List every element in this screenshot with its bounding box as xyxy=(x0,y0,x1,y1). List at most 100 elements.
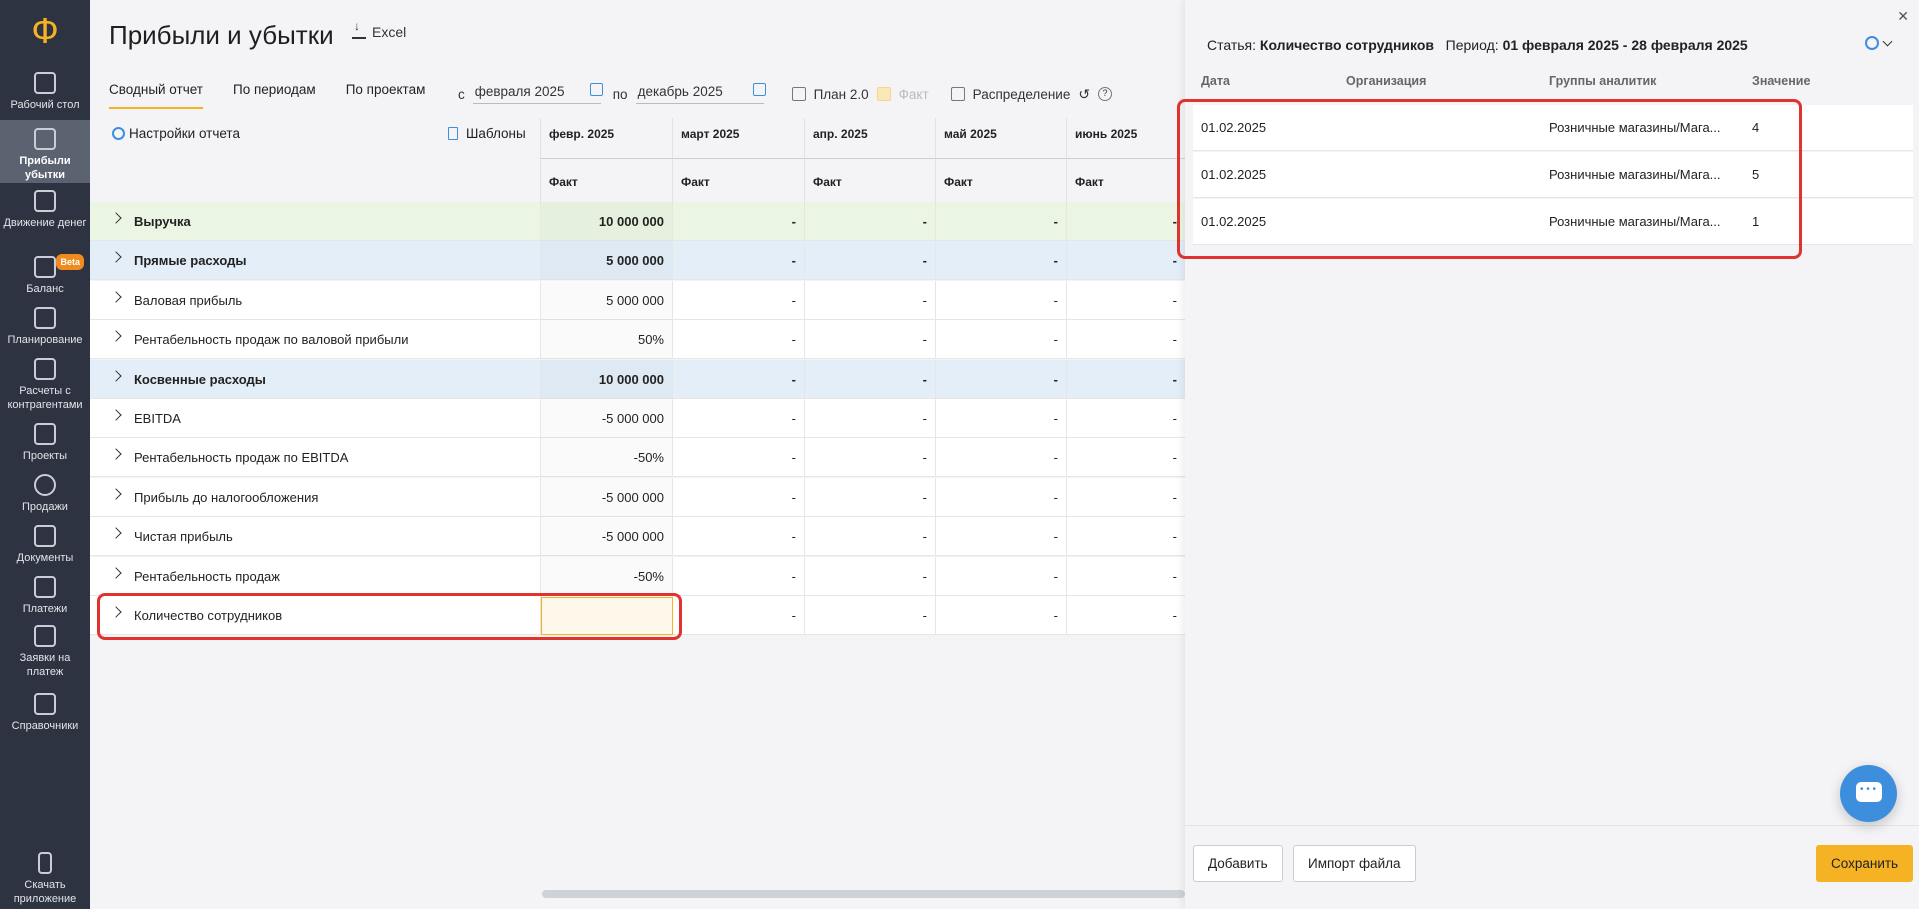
table-cell[interactable]: - xyxy=(1066,438,1185,478)
sidebar-item-cashflow[interactable]: Движение денег xyxy=(0,190,90,240)
close-icon[interactable]: ✕ xyxy=(1897,8,1909,25)
date-from-field[interactable]: февраля 2025 xyxy=(472,83,603,104)
table-cell[interactable]: - xyxy=(1066,399,1185,438)
chevron-right-icon[interactable] xyxy=(110,212,122,224)
add-button[interactable]: Добавить xyxy=(1193,845,1283,882)
tab-by-periods[interactable]: По периодам xyxy=(233,82,316,109)
help-icon[interactable]: ? xyxy=(1098,87,1113,101)
table-cell[interactable]: - xyxy=(1066,596,1185,635)
distribution-option[interactable]: Распределение xyxy=(950,87,1070,102)
table-cell[interactable]: - xyxy=(804,280,935,320)
table-cell[interactable]: - xyxy=(672,438,804,478)
calendar-icon[interactable] xyxy=(752,83,766,96)
chat-button[interactable] xyxy=(1840,765,1897,822)
horizontal-scrollbar[interactable] xyxy=(542,890,1185,898)
table-cell[interactable]: - xyxy=(935,241,1066,281)
table-row[interactable]: Чистая прибыль -5 000 000- - - - xyxy=(90,517,1185,557)
chevron-right-icon[interactable] xyxy=(110,251,122,264)
table-cell[interactable]: - xyxy=(672,202,804,241)
sidebar-item-requests[interactable]: Заявки на платеж xyxy=(0,625,90,678)
chevron-right-icon[interactable] xyxy=(110,527,122,539)
table-cell[interactable]: -50% xyxy=(540,438,672,478)
sidebar-item-desktop[interactable]: Рабочий стол xyxy=(0,72,90,117)
tab-summary[interactable]: Сводный отчет xyxy=(109,82,203,109)
table-cell[interactable]: - xyxy=(672,556,804,596)
sidebar-item-balance[interactable]: Баланс Beta xyxy=(0,254,90,295)
gear-icon[interactable] xyxy=(1865,36,1879,50)
table-cell[interactable]: - xyxy=(804,241,935,281)
table-cell[interactable]: - xyxy=(1066,241,1185,281)
table-cell[interactable]: -5 000 000 xyxy=(540,399,672,438)
table-row[interactable]: EBITDA -5 000 000- - - - xyxy=(90,399,1185,438)
sidebar-item-settlements[interactable]: Расчеты с контрагентами xyxy=(0,358,90,411)
chevron-right-icon[interactable] xyxy=(110,291,122,303)
table-cell[interactable]: -5 000 000 xyxy=(540,517,672,557)
table-cell[interactable]: 10 000 000 xyxy=(540,202,672,241)
sidebar-item-documents[interactable]: Документы xyxy=(0,525,90,564)
sidebar-item-payments[interactable]: Платежи xyxy=(0,576,90,615)
table-cell[interactable]: 10 000 000 xyxy=(540,359,672,399)
tab-by-projects[interactable]: По проектам xyxy=(346,82,426,109)
plan-checkbox[interactable] xyxy=(791,87,806,101)
sidebar-item-projects[interactable]: Проекты xyxy=(0,423,90,462)
sidebar-item-directories[interactable]: Справочники xyxy=(0,693,90,732)
table-row[interactable]: Выручка 10 000 000- - - - xyxy=(90,202,1185,241)
table-cell[interactable]: - xyxy=(672,359,804,399)
table-cell[interactable]: -5 000 000 xyxy=(540,477,672,517)
import-file-button[interactable]: Импорт файла xyxy=(1293,845,1416,882)
chevron-right-icon[interactable] xyxy=(110,448,122,461)
table-cell[interactable]: - xyxy=(804,477,935,517)
table-cell[interactable]: - xyxy=(935,556,1066,596)
table-cell[interactable]: - xyxy=(804,517,935,557)
table-cell[interactable]: - xyxy=(672,280,804,320)
table-cell[interactable]: - xyxy=(935,477,1066,517)
table-cell[interactable]: 5 000 000 xyxy=(540,241,672,281)
table-cell[interactable]: - xyxy=(672,320,804,360)
table-cell[interactable]: - xyxy=(672,596,804,635)
table-cell[interactable]: -50% xyxy=(540,556,672,596)
excel-export-button[interactable]: Excel xyxy=(352,19,406,40)
table-cell[interactable]: - xyxy=(672,241,804,281)
table-cell[interactable]: - xyxy=(935,280,1066,320)
table-cell[interactable]: - xyxy=(672,399,804,438)
table-cell[interactable]: - xyxy=(1066,202,1185,241)
table-cell[interactable]: - xyxy=(1066,477,1185,517)
table-cell[interactable]: - xyxy=(804,202,935,241)
templates-button[interactable]: Шаблоны xyxy=(448,126,526,141)
table-cell[interactable]: - xyxy=(1066,320,1185,360)
table-cell[interactable]: - xyxy=(935,517,1066,557)
table-cell[interactable]: - xyxy=(672,517,804,557)
table-cell[interactable]: - xyxy=(1066,359,1185,399)
table-row[interactable]: Прямые расходы 5 000 000- - - - xyxy=(90,241,1185,281)
undo-icon[interactable]: ↺ xyxy=(1078,86,1090,103)
chevron-right-icon[interactable] xyxy=(110,409,122,421)
report-settings-button[interactable]: Настройки отчета xyxy=(112,126,240,141)
chevron-right-icon[interactable] xyxy=(110,488,122,500)
table-cell[interactable]: - xyxy=(804,438,935,478)
download-app[interactable]: Скачать приложение xyxy=(0,852,90,905)
table-cell[interactable]: - xyxy=(804,596,935,635)
table-row[interactable]: Рентабельность продаж по валовой прибыли… xyxy=(90,320,1185,360)
table-cell[interactable]: - xyxy=(804,359,935,399)
table-cell[interactable]: - xyxy=(804,399,935,438)
date-to-field[interactable]: декабрь 2025 xyxy=(635,83,766,104)
table-cell[interactable]: - xyxy=(1066,280,1185,320)
table-cell[interactable]: - xyxy=(1066,517,1185,557)
chevron-right-icon[interactable] xyxy=(110,369,122,382)
calendar-icon[interactable] xyxy=(589,83,603,96)
table-cell[interactable]: - xyxy=(935,320,1066,360)
table-cell[interactable]: - xyxy=(1066,556,1185,596)
table-cell[interactable]: 50% xyxy=(540,320,672,360)
logo[interactable]: Ф xyxy=(0,0,90,62)
table-row[interactable]: Рентабельность продаж -50% - - - - xyxy=(90,556,1185,596)
table-cell[interactable]: - xyxy=(804,320,935,360)
sidebar-item-sales[interactable]: Продажи xyxy=(0,474,90,513)
sidebar-item-planning[interactable]: Планирование xyxy=(0,307,90,346)
table-row[interactable]: Валовая прибыль 5 000 000- - - - xyxy=(90,280,1185,320)
table-cell[interactable]: - xyxy=(935,202,1066,241)
chevron-down-icon[interactable] xyxy=(1882,36,1893,47)
table-cell[interactable]: - xyxy=(935,596,1066,635)
table-cell[interactable]: - xyxy=(935,359,1066,399)
save-button[interactable]: Сохранить xyxy=(1816,845,1914,882)
table-row[interactable]: Прибыль до налогообложения -5 000 000- - - - xyxy=(90,477,1185,517)
